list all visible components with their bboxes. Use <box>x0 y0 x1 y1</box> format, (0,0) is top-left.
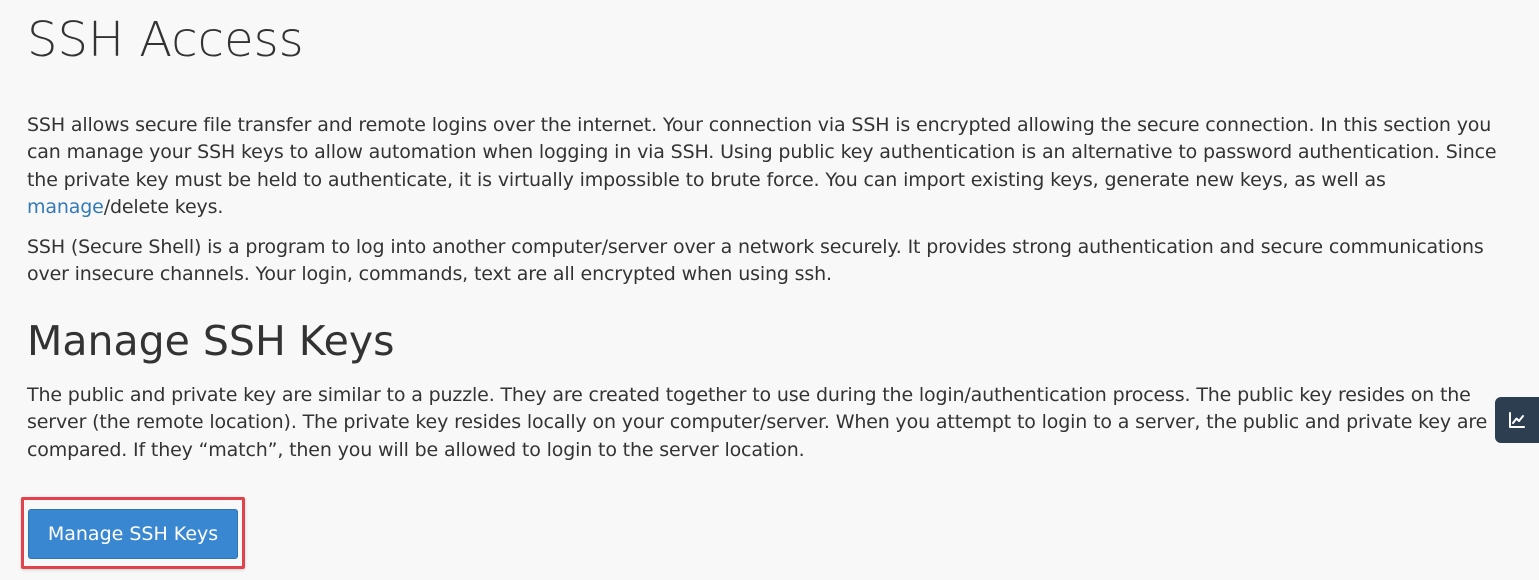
manage-keys-heading: Manage SSH Keys <box>27 317 395 365</box>
page-title: SSH Access <box>27 12 304 68</box>
stats-side-tab[interactable] <box>1495 397 1539 443</box>
manage-ssh-keys-button[interactable]: Manage SSH Keys <box>28 509 238 559</box>
intro-text: SSH allows secure file transfer and remo… <box>27 114 1497 191</box>
manage-link[interactable]: manage <box>27 196 104 218</box>
manage-keys-description: The public and private key are similar t… <box>27 384 1488 461</box>
line-chart-icon <box>1508 411 1526 429</box>
ssh-description-paragraph: SSH (Secure Shell) is a program to log i… <box>27 236 1484 286</box>
intro-paragraph: SSH allows secure file transfer and remo… <box>27 112 1507 221</box>
intro-text-end: /delete keys. <box>103 195 224 218</box>
ssh-access-page: SSH Access SSH allows secure file transf… <box>0 0 1539 580</box>
